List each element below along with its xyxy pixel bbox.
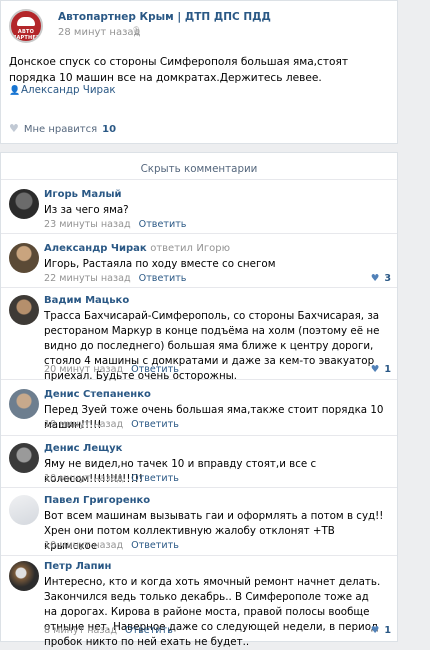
comment-author[interactable]: Денис Лещук [44, 443, 122, 454]
post-text: Донское спуск со стороны Симферополя бол… [9, 56, 349, 84]
comment-meta: 19 минут назад Ответить [44, 419, 179, 430]
comment-author[interactable]: Александр Чирак [44, 243, 147, 254]
comment-text: Из за чего яма? [44, 204, 129, 216]
comment-meta: 23 минуты назад Ответить [44, 219, 186, 230]
like-label: Мне нравится [23, 124, 98, 135]
comment-author[interactable]: Петр Лапин [44, 561, 111, 572]
comments-card: Скрыть комментарии Игорь Малый Из за чег… [0, 152, 398, 648]
comment-item: Денис Степаненко Перед Зуей тоже очень б… [1, 379, 397, 436]
avatar[interactable] [9, 295, 39, 325]
heart-icon: ♥ [370, 273, 380, 284]
reply-button[interactable]: Ответить [125, 625, 173, 636]
comment-author-line: Александр Чирак ответил Игорю [44, 243, 230, 254]
comment-author[interactable]: Денис Степаненко [44, 389, 151, 400]
avatar[interactable] [9, 189, 39, 219]
comment-time[interactable]: 10 минут назад [44, 473, 123, 484]
comment-item: Александр Чирак ответил Игорю Игорь, Рас… [1, 233, 397, 288]
comment-meta: 10 минут назад Ответить [44, 473, 179, 484]
reply-button[interactable]: Ответить [131, 364, 179, 375]
comment-like-count: 1 [384, 625, 391, 636]
reply-button[interactable]: Ответить [131, 419, 179, 430]
comment-item: Павел Григоренко Вот всем машинам вызыва… [1, 487, 397, 556]
comment-author[interactable]: Вадим Мацько [44, 295, 129, 306]
heart-icon: ♥ [9, 122, 19, 135]
comment-time[interactable]: 10 минут назад [44, 540, 123, 551]
comment-meta: 22 минуты назад Ответить [44, 273, 186, 284]
group-avatar[interactable]: АВТО ПАРТНЕР [9, 9, 43, 43]
reply-button[interactable]: Ответить [131, 540, 179, 551]
heart-icon: ♥ [370, 364, 380, 375]
like-button[interactable]: ♥ Мне нравится 10 [9, 122, 116, 135]
comment-item: Денис Лещук Яму не видел,но тачек 10 и в… [1, 435, 397, 488]
avatar[interactable] [9, 495, 39, 525]
microphone-icon: 🎙 [131, 27, 143, 37]
hide-comments-button[interactable]: Скрыть комментарии [1, 159, 397, 180]
comment-meta: 20 минут назад Ответить [44, 364, 179, 375]
reply-button[interactable]: Ответить [131, 473, 179, 484]
replied-word: ответил [150, 243, 193, 254]
post-card: АВТО ПАРТНЕР Автопартнер Крым | ДТП ДПС … [0, 0, 398, 144]
comment-meta: 10 минут назад Ответить [44, 540, 179, 551]
comment-author[interactable]: Павел Григоренко [44, 495, 150, 506]
post-time[interactable]: 28 минут назад [58, 27, 140, 38]
comment-time[interactable]: 23 минуты назад [44, 219, 131, 230]
comment-like-button[interactable]: ♥ 1 [371, 364, 391, 375]
comment-item: Вадим Мацько Трасса Бахчисарай-Симферопо… [1, 287, 397, 382]
heart-icon: ♥ [370, 625, 380, 636]
comment-time[interactable]: 8 минут назад [44, 625, 117, 636]
avatar[interactable] [9, 443, 39, 473]
post-signer[interactable]: 👤Александр Чирак [9, 84, 116, 96]
comment-author[interactable]: Игорь Малый [44, 189, 122, 200]
avatar[interactable] [9, 243, 39, 273]
signer-name[interactable]: Александр Чирак [21, 84, 116, 96]
avatar[interactable] [9, 389, 39, 419]
comment-text: Игорь, Растаяла по ходу вместе со снегом [44, 258, 276, 270]
avatar[interactable] [9, 561, 39, 591]
comment-time[interactable]: 19 минут назад [44, 419, 123, 430]
car-logo-icon [17, 17, 35, 26]
group-name-link[interactable]: Автопартнер Крым | ДТП ДПС ПДД [58, 11, 271, 23]
page-scrollbar[interactable] [420, 0, 430, 642]
reply-button[interactable]: Ответить [139, 219, 187, 230]
person-icon: 👤 [9, 86, 21, 96]
like-count: 10 [102, 124, 117, 135]
comment-text: Интересно, кто и когда хоть ямочный ремо… [44, 576, 381, 648]
comment-meta: 8 минут назад Ответить [44, 625, 173, 636]
comment-like-count: 1 [384, 364, 391, 375]
comment-like-count: 3 [384, 273, 391, 284]
comment-like-button[interactable]: ♥ 3 [371, 273, 391, 284]
comment-time[interactable]: 20 минут назад [44, 364, 123, 375]
comment-like-button[interactable]: ♥ 1 [371, 625, 391, 636]
comment-item: Игорь Малый Из за чего яма? 23 минуты на… [1, 181, 397, 234]
reply-to-link[interactable]: Игорю [196, 243, 230, 254]
comment-time[interactable]: 22 минуты назад [44, 273, 131, 284]
comment-item: Петр Лапин Интересно, кто и когда хоть я… [1, 555, 397, 648]
reply-button[interactable]: Ответить [139, 273, 187, 284]
logo-text: АВТО ПАРТНЕР [12, 29, 40, 41]
